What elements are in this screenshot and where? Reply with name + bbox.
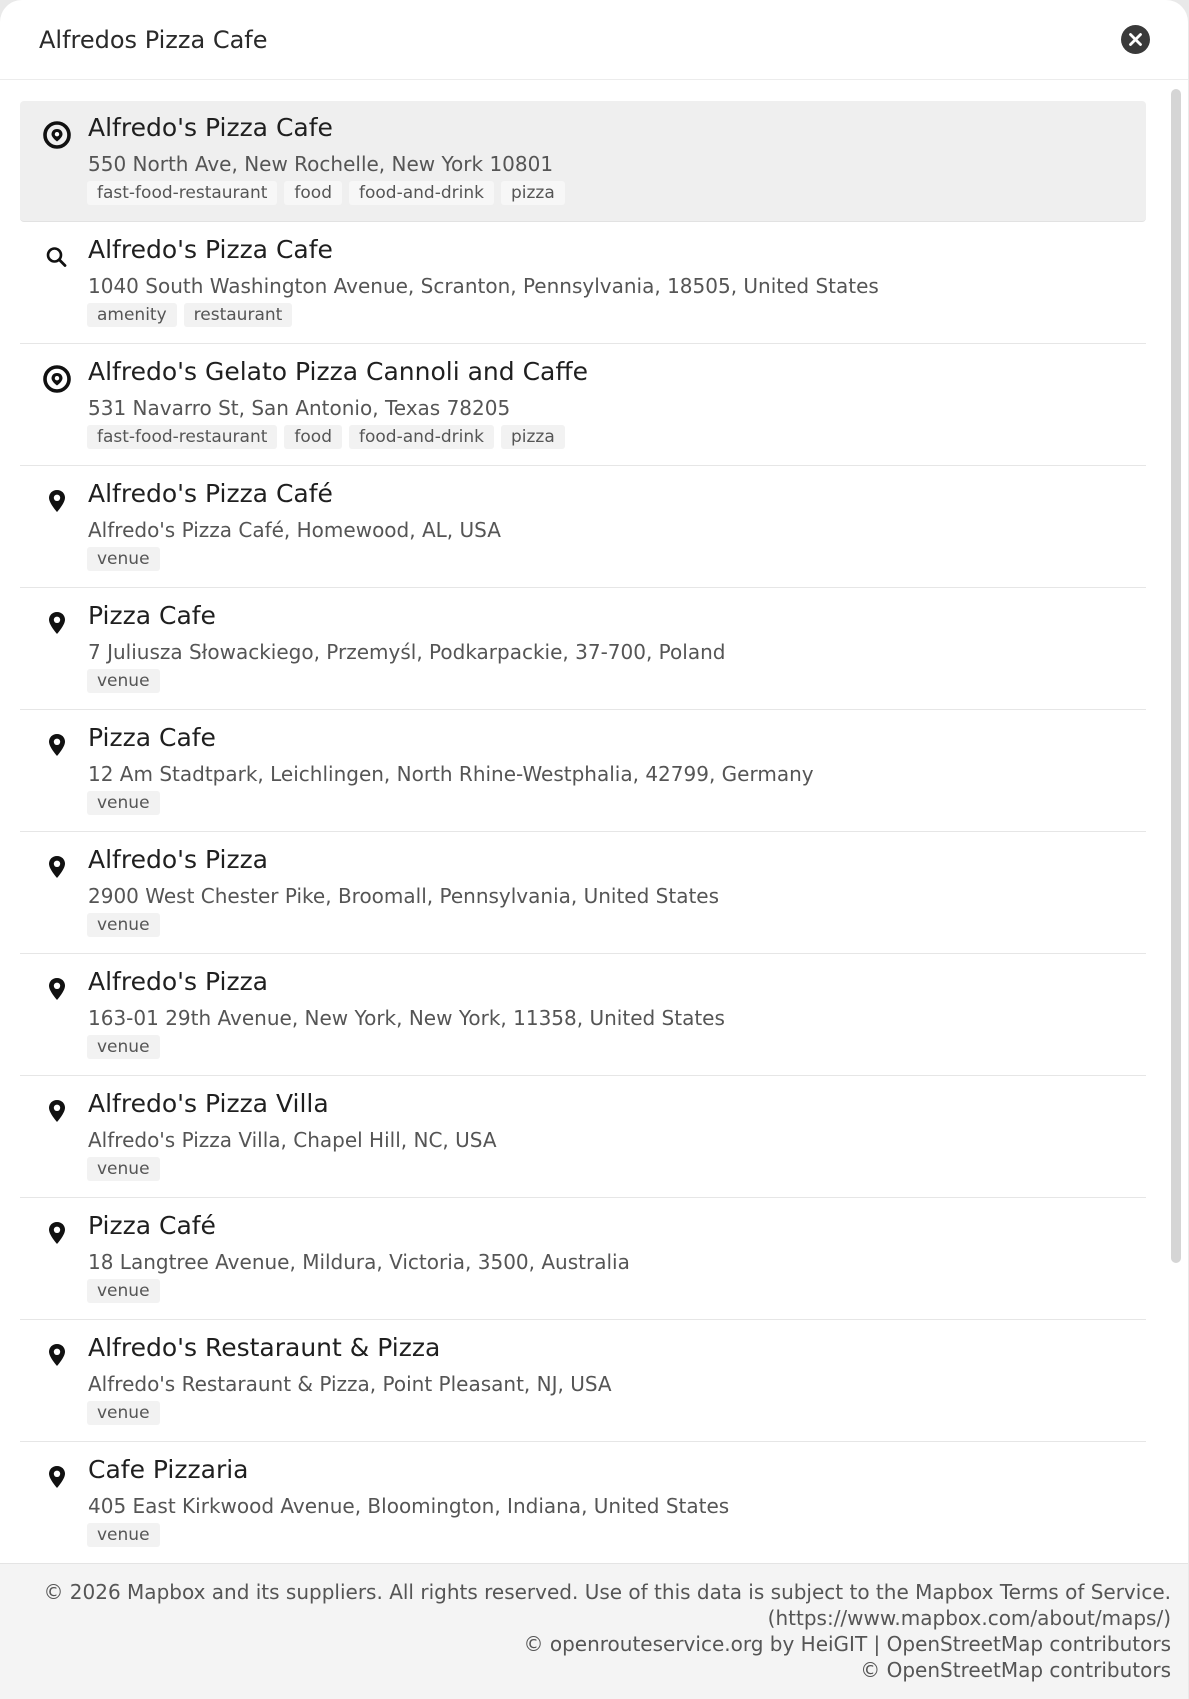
- result-address: 7 Juliusza Słowackiego, Przemyśl, Podkar…: [88, 640, 726, 664]
- result-address: 18 Langtree Avenue, Mildura, Victoria, 3…: [88, 1250, 630, 1274]
- result-item[interactable]: Cafe Pizzaria 405 East Kirkwood Avenue, B…: [20, 1443, 1146, 1563]
- result-item[interactable]: Alfredo's Gelato Pizza Cannoli and Caffe…: [20, 345, 1146, 466]
- result-name: Pizza Cafe: [88, 723, 216, 752]
- attribution-footer: © 2026 Mapbox and its suppliers. All rig…: [0, 1563, 1188, 1699]
- result-tags: venue: [87, 913, 167, 937]
- result-tags: venue: [87, 669, 167, 693]
- result-name: Alfredo's Gelato Pizza Cannoli and Caffe: [88, 357, 588, 386]
- result-name: Alfredo's Pizza Cafe: [88, 113, 333, 142]
- result-name: Alfredo's Pizza Café: [88, 479, 333, 508]
- map-pin-icon: [42, 974, 72, 1004]
- scrollbar[interactable]: [1168, 81, 1182, 1563]
- category-tag: restaurant: [183, 303, 293, 327]
- map-pin-icon: [42, 1462, 72, 1492]
- result-address: Alfredo's Pizza Café, Homewood, AL, USA: [88, 518, 501, 542]
- category-tag: venue: [87, 547, 160, 571]
- result-tags: venue: [87, 1523, 167, 1547]
- result-address: 1040 South Washington Avenue, Scranton, …: [88, 274, 879, 298]
- result-item[interactable]: Alfredo's Restaraunt & Pizza Alfredo's Re…: [20, 1321, 1146, 1442]
- result-tags: venue: [87, 1401, 167, 1425]
- result-tags: venue: [87, 791, 167, 815]
- poi-icon: [42, 364, 72, 394]
- result-name: Pizza Café: [88, 1211, 216, 1240]
- category-tag: venue: [87, 1279, 160, 1303]
- result-address: Alfredo's Restaraunt & Pizza, Point Plea…: [88, 1372, 612, 1396]
- map-pin-icon: [42, 852, 72, 882]
- category-tag: fast-food-restaurant: [87, 425, 278, 449]
- result-tags: venue: [87, 1157, 167, 1181]
- result-address: 163-01 29th Avenue, New York, New York, …: [88, 1006, 725, 1030]
- category-tag: fast-food-restaurant: [87, 181, 278, 205]
- clear-search-button[interactable]: [1121, 25, 1150, 54]
- map-pin-icon: [42, 1218, 72, 1248]
- result-address: 405 East Kirkwood Avenue, Bloomington, I…: [88, 1494, 730, 1518]
- result-item[interactable]: Alfredo's Pizza Villa Alfredo's Pizza Vil…: [20, 1077, 1146, 1198]
- result-item[interactable]: Pizza Café 18 Langtree Avenue, Mildura, V…: [20, 1199, 1146, 1320]
- category-tag: pizza: [500, 425, 565, 449]
- attribution-line: © 2026 Mapbox and its suppliers. All rig…: [43, 1580, 1171, 1604]
- result-address: 12 Am Stadtpark, Leichlingen, North Rhin…: [88, 762, 814, 786]
- category-tag: venue: [87, 1035, 160, 1059]
- category-tag: food-and-drink: [349, 425, 494, 449]
- result-name: Alfredo's Restaraunt & Pizza: [88, 1333, 441, 1362]
- search-results-panel: Alfredo's Pizza Cafe 550 North Ave, New R…: [0, 0, 1188, 1699]
- category-tag: food: [284, 181, 342, 205]
- result-item[interactable]: Alfredo's Pizza 2900 West Chester Pike, B…: [20, 833, 1146, 954]
- category-tag: food-and-drink: [349, 181, 494, 205]
- attribution-line: © openrouteservice.org by HeiGIT | OpenS…: [523, 1632, 1172, 1656]
- result-tags: fast-food-restaurant food food-and-drink pi…: [87, 181, 572, 205]
- result-tags: venue: [87, 547, 167, 571]
- map-pin-icon: [42, 730, 72, 760]
- poi-icon: [42, 120, 72, 150]
- attribution-link[interactable]: (https://www.mapbox.com/about/maps/): [768, 1606, 1171, 1630]
- result-address: 2900 West Chester Pike, Broomall, Pennsy…: [88, 884, 720, 908]
- result-name: Alfredo's Pizza: [88, 967, 269, 996]
- result-item[interactable]: Alfredo's Pizza 163-01 29th Avenue, New Y…: [20, 955, 1146, 1076]
- category-tag: food: [284, 425, 342, 449]
- map-pin-icon: [42, 486, 72, 516]
- result-name: Alfredo's Pizza Villa: [88, 1089, 329, 1118]
- category-tag: venue: [87, 669, 160, 693]
- result-item[interactable]: Pizza Cafe 12 Am Stadtpark, Leichlingen, …: [20, 711, 1146, 832]
- result-address: 531 Navarro St, San Antonio, Texas 78205: [88, 396, 511, 420]
- category-tag: pizza: [500, 181, 565, 205]
- result-address: 550 North Ave, New Rochelle, New York 10…: [88, 152, 554, 176]
- result-name: Cafe Pizzaria: [88, 1455, 249, 1484]
- result-name: Alfredo's Pizza Cafe: [88, 235, 333, 264]
- category-tag: venue: [87, 913, 160, 937]
- category-tag: venue: [87, 1401, 160, 1425]
- result-item[interactable]: Alfredo's Pizza Cafe 550 North Ave, New R…: [20, 101, 1146, 222]
- search-bar: [0, 0, 1188, 80]
- result-item[interactable]: Alfredo's Pizza Cafe 1040 South Washingto…: [20, 223, 1146, 344]
- scrollbar-thumb[interactable]: [1171, 89, 1181, 1263]
- result-tags: amenity restaurant: [87, 303, 299, 327]
- result-name: Pizza Cafe: [88, 601, 216, 630]
- map-pin-icon: [42, 608, 72, 638]
- attribution-line: © OpenStreetMap contributors: [860, 1658, 1171, 1682]
- result-name: Alfredo's Pizza: [88, 845, 269, 874]
- map-pin-icon: [42, 1340, 72, 1370]
- close-icon: [1129, 33, 1142, 46]
- result-tags: fast-food-restaurant food food-and-drink pi…: [87, 425, 572, 449]
- category-tag: venue: [87, 1523, 160, 1547]
- results-list: Alfredo's Pizza Cafe 550 North Ave, New R…: [0, 81, 1188, 1563]
- result-item[interactable]: Pizza Cafe 7 Juliusza Słowackiego, Przemy…: [20, 589, 1146, 710]
- category-tag: venue: [87, 791, 160, 815]
- result-address: Alfredo's Pizza Villa, Chapel Hill, NC, …: [88, 1128, 497, 1152]
- result-tags: venue: [87, 1035, 167, 1059]
- category-tag: venue: [87, 1157, 160, 1181]
- search-input[interactable]: [39, 18, 1099, 62]
- result-tags: venue: [87, 1279, 167, 1303]
- search-icon: [42, 242, 72, 272]
- result-item[interactable]: Alfredo's Pizza Café Alfredo's Pizza Café…: [20, 467, 1146, 588]
- map-pin-icon: [42, 1096, 72, 1126]
- category-tag: amenity: [87, 303, 177, 327]
